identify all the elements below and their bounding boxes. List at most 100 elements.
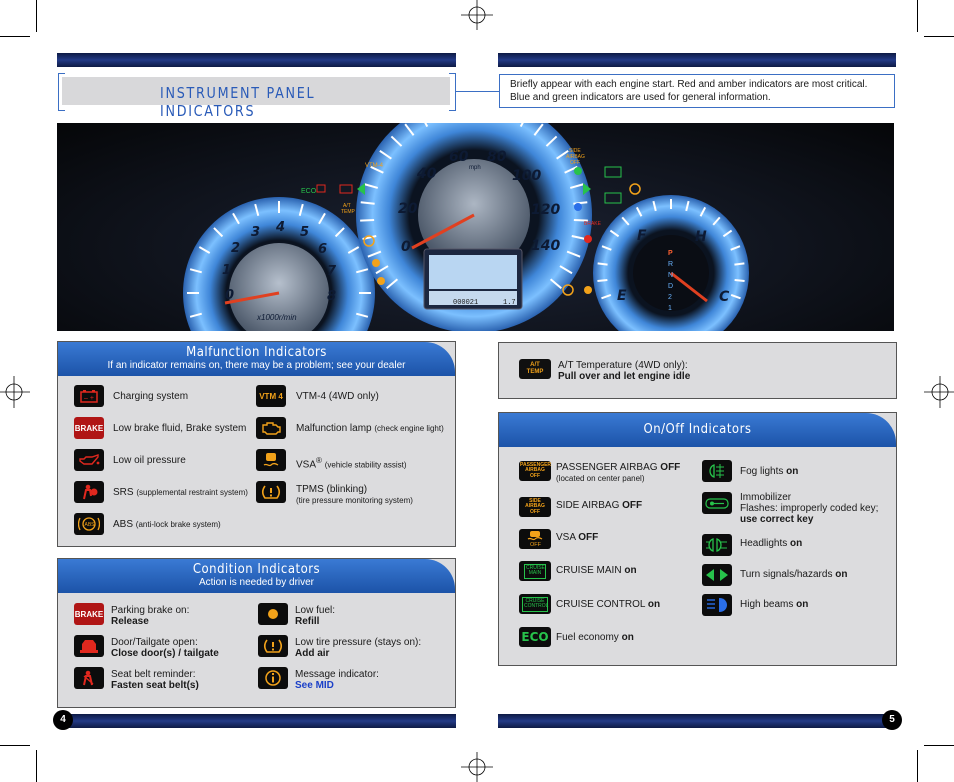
gauge-tick [734, 278, 745, 283]
footer-bar-right [498, 714, 886, 728]
onoff-item: CRUISE CONTROL on [556, 599, 661, 610]
intro-line-2: Blue and green indicators are used for g… [510, 92, 771, 103]
header-bar-right [498, 53, 896, 67]
cruise-control-icon: CRUISE CONTROL [519, 594, 551, 614]
gear-indicator: 1 [668, 305, 672, 312]
crop-mark [924, 745, 954, 746]
speed-number: 60 [449, 149, 469, 165]
door-open-icon [74, 635, 104, 657]
onoff-item: PASSENGER AIRBAG OFF (located on center p… [556, 462, 681, 483]
registration-mark [461, 0, 493, 30]
title-frame: INSTRUMENT PANEL INDICATORS [58, 73, 456, 120]
svg-text:BRAKE: BRAKE [584, 221, 602, 227]
brake-icon: BRAKE [74, 417, 104, 439]
speed-number: 140 [531, 238, 560, 254]
title-connector [456, 91, 499, 92]
onoff-item: Turn signals/hazards on [740, 569, 848, 580]
gauge-tick [360, 218, 375, 222]
low-fuel-icon [258, 603, 288, 625]
onoff-item: Headlights on [740, 538, 803, 549]
odometer: 000021 [453, 299, 478, 307]
page-number-left: 4 [53, 710, 73, 730]
abs-icon: ABS [74, 513, 104, 535]
passenger-airbag-icon: PASSENGER AIRBAG OFF [519, 461, 551, 481]
charging-icon: – + [74, 385, 104, 407]
tach-unit: x1000r/min [256, 313, 297, 322]
malfunction-item-label: Low brake fluid, Brake system [113, 423, 247, 434]
crop-mark [924, 36, 954, 37]
onoff-item: SIDE AIRBAG OFF [556, 500, 643, 511]
tach-number: 1 [222, 263, 231, 278]
gear-indicator: R [668, 261, 673, 268]
malfunction-item-label: TPMS (blinking) (tire pressure monitoring… [296, 484, 413, 505]
at-temp-label: A/T Temperature (4WD only): Pull over and… [558, 360, 691, 382]
malfunction-item-label: VSA® (vehicle stability assist) [296, 456, 407, 471]
malfunction-item-label: SRS (supplemental restraint system) [113, 487, 248, 498]
registration-mark [0, 376, 30, 408]
onoff-item: Fog lights on [740, 466, 799, 477]
header-bar-left [57, 53, 456, 67]
gauge-tick [597, 278, 608, 283]
srs-icon [74, 481, 104, 503]
speed-number: 80 [487, 149, 507, 165]
at-temp-panel: A/T TEMP A/T Temperature (4WD only): Pull… [498, 342, 897, 399]
gauge-tick [734, 262, 745, 266]
cluster-gauges: VTM-4 ECO A/T TEMP SIDE AIRBAG OFF BRAKE… [183, 123, 749, 331]
svg-text:TEMP: TEMP [341, 209, 356, 215]
speed-unit: mph [469, 165, 481, 171]
tach-number: 7 [327, 264, 337, 279]
onoff-item: Fuel economy on [556, 632, 634, 643]
page-number-right: 5 [882, 710, 902, 730]
condition-title: Condition Indicators [192, 562, 321, 577]
malfunction-item-label: Charging system [113, 391, 189, 402]
speed-number: 100 [512, 168, 541, 184]
gear-indicator: D [668, 283, 673, 290]
malfunction-item-label: Low oil pressure [113, 455, 186, 466]
malfunction-header: Malfunction Indicators If an indicator r… [58, 342, 455, 376]
vtm4-icon: VTM 4 [256, 385, 286, 407]
malfunction-item-label: ABS (anti-lock brake system) [113, 519, 221, 530]
condition-item: Seat belt reminder: Fasten seat belt(s) [111, 669, 199, 691]
svg-text:OFF: OFF [570, 160, 580, 166]
cruise-main-icon: CRUISE MAIN [519, 561, 551, 581]
engine-icon [256, 417, 286, 439]
headlights-icon [702, 534, 732, 556]
malfunction-panel: Malfunction Indicators If an indicator r… [57, 341, 456, 547]
high-beams-icon [702, 594, 732, 616]
speed-number: 40 [416, 166, 437, 182]
eco-icon: ECO [519, 627, 551, 647]
registration-mark [924, 376, 954, 408]
intro-box: Briefly appear with each engine start. R… [499, 74, 895, 108]
tach-number: 3 [251, 225, 260, 240]
tach-number: 6 [318, 242, 327, 257]
speed-number: 0 [401, 239, 411, 255]
onoff-header: On/Off Indicators [499, 413, 896, 447]
fuel-empty-label: E [617, 288, 627, 304]
parking-brake-icon: BRAKE [74, 603, 104, 625]
immobilizer-icon [702, 492, 732, 514]
malfunction-subtitle: If an indicator remains on, there may be… [107, 360, 406, 371]
condition-subtitle: Action is needed by driver [198, 577, 315, 588]
temp-hot-label: H [695, 229, 707, 245]
side-airbag-icon: SIDE AIRBAG OFF [519, 497, 551, 517]
instrument-cluster-photo: VTM-4 ECO A/T TEMP SIDE AIRBAG OFF BRAKE… [57, 123, 894, 331]
vsa-off-icon: OFF [519, 529, 551, 549]
onoff-title: On/Off Indicators [643, 422, 752, 437]
turn-signals-icon [702, 564, 732, 586]
page-title: INSTRUMENT PANEL INDICATORS [160, 84, 316, 120]
tach-number: 0 [225, 288, 234, 303]
at-temp-icon: A/T TEMP [519, 359, 551, 379]
trip: 1.7 [503, 299, 516, 307]
gear-indicator: P [668, 250, 673, 257]
tach-number: 2 [231, 241, 240, 256]
svg-text:– +: – + [84, 395, 94, 402]
tach-number: 5 [300, 225, 309, 240]
condition-item: Low fuel: Refill [295, 605, 336, 627]
condition-header: Condition Indicators Action is needed by… [58, 559, 455, 593]
crop-mark [36, 750, 37, 782]
gear-indicator: 2 [668, 294, 672, 301]
condition-item: Low tire pressure (stays on): Add air [295, 637, 422, 659]
condition-item: Message indicator: See MID [295, 669, 379, 691]
malfunction-title: Malfunction Indicators [186, 345, 327, 360]
svg-text:ABS: ABS [85, 522, 96, 528]
